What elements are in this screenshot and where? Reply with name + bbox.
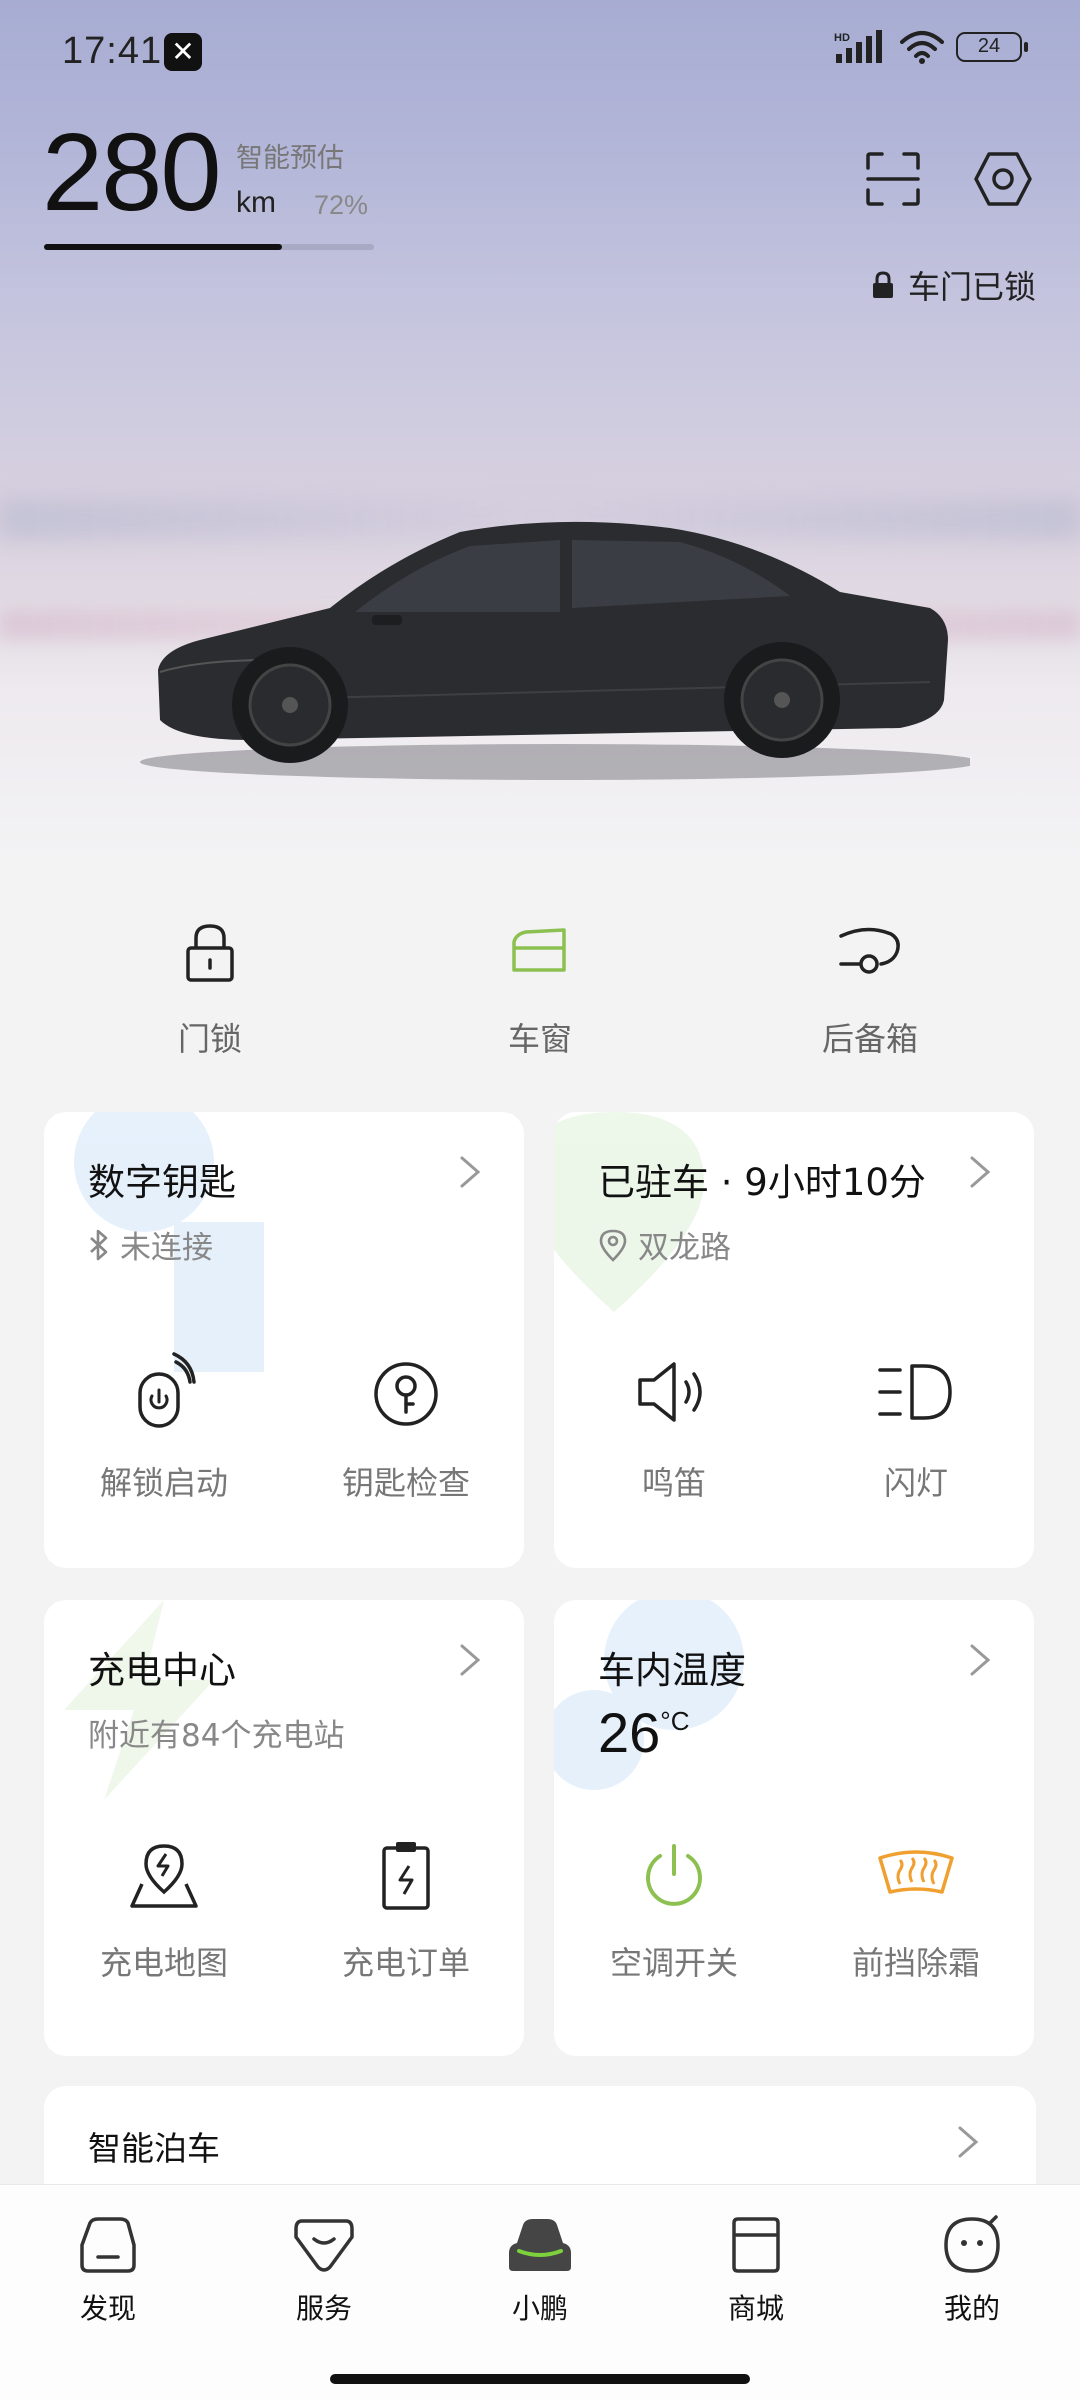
parked-card[interactable]: 已驻车 · 9小时10分 双龙路 鸣笛 闪灯 xyxy=(554,1112,1034,1568)
car-icon xyxy=(509,2219,571,2271)
charging-map-label: 充电地图 xyxy=(99,1944,228,1982)
chevron-right-icon[interactable] xyxy=(458,1642,482,1678)
trunk-icon xyxy=(839,927,900,974)
quick-lock-label: 门锁 xyxy=(177,1020,242,1058)
quick-controls: 门锁 车窗 后备箱 xyxy=(0,920,1080,1070)
key-check-icon xyxy=(374,1362,438,1426)
car-image xyxy=(140,521,970,780)
unlock-start-button[interactable]: 解锁启动 xyxy=(64,1352,264,1504)
home-indicator[interactable] xyxy=(330,2374,750,2384)
cabin-temp-title: 车内温度 xyxy=(598,1649,746,1692)
charging-orders-button[interactable]: 充电订单 xyxy=(306,1840,506,1984)
door-lock-status: 车门已锁 xyxy=(870,262,1036,308)
cabin-temp-unit: °C xyxy=(660,1706,690,1736)
nav-shop-label: 商城 xyxy=(727,2292,784,2325)
front-defrost-button[interactable]: 前挡除霜 xyxy=(816,1840,1016,1984)
ac-toggle-button[interactable]: 空调开关 xyxy=(574,1840,774,1984)
smart-parking-title: 智能泊车 xyxy=(88,2129,220,2168)
range-value: 280 xyxy=(42,111,222,234)
defrost-icon xyxy=(878,1850,954,1894)
unlock-start-label: 解锁启动 xyxy=(99,1464,228,1502)
flash-lights-label: 闪灯 xyxy=(883,1464,948,1502)
parked-location-text: 双龙路 xyxy=(638,1230,731,1266)
power-icon xyxy=(646,1844,702,1906)
battery-indicator: 24 xyxy=(956,32,1028,62)
status-icons: HD 24 xyxy=(834,30,1028,64)
charging-title: 充电中心 xyxy=(88,1649,236,1692)
quick-window[interactable]: 车窗 xyxy=(430,920,650,1060)
quick-lock[interactable]: 门锁 xyxy=(100,920,320,1060)
discover-icon xyxy=(80,2217,136,2273)
nav-xpeng-label: 小鹏 xyxy=(511,2292,568,2325)
speaker-icon xyxy=(638,1362,702,1422)
location-pin-icon xyxy=(599,1229,627,1262)
bolt-watermark xyxy=(64,1600,214,1800)
chevron-right-icon[interactable] xyxy=(968,1154,992,1190)
quick-trunk[interactable]: 后备箱 xyxy=(760,920,980,1060)
window-icon xyxy=(512,928,566,972)
ac-toggle-label: 空调开关 xyxy=(609,1944,738,1982)
xpeng-logo-icon: ✕ xyxy=(164,33,202,71)
quick-window-label: 车窗 xyxy=(507,1020,572,1058)
nav-discover[interactable]: 发现 xyxy=(28,2213,188,2327)
nav-xpeng[interactable]: 小鹏 xyxy=(460,2213,620,2327)
cabin-temp-number: 26 xyxy=(598,1701,661,1764)
front-defrost-label: 前挡除霜 xyxy=(851,1944,980,1982)
settings-hex-icon[interactable] xyxy=(972,148,1034,210)
key-check-button[interactable]: 钥匙检查 xyxy=(306,1352,506,1504)
lock-icon xyxy=(186,924,234,982)
pin-watermark xyxy=(554,1112,704,1312)
horn-label: 鸣笛 xyxy=(641,1464,706,1502)
charging-card[interactable]: 充电中心 附近有84个充电站 充电地图 充电订单 xyxy=(44,1600,524,2056)
chevron-right-icon[interactable] xyxy=(458,1154,482,1190)
chevron-right-icon[interactable] xyxy=(968,1642,992,1678)
service-icon xyxy=(294,2219,354,2272)
signal-icon: HD xyxy=(834,30,882,63)
chevron-right-icon[interactable] xyxy=(956,2124,980,2160)
key-fob-power-icon xyxy=(138,1352,196,1428)
charging-subtitle: 附近有84个充电站 xyxy=(88,1718,345,1754)
digital-key-status: 未连接 xyxy=(88,1222,213,1267)
charging-map-button[interactable]: 充电地图 xyxy=(64,1840,264,1984)
lock-status-text: 车门已锁 xyxy=(907,268,1036,306)
scan-icon[interactable] xyxy=(862,148,924,210)
key-check-label: 钥匙检查 xyxy=(341,1464,470,1502)
wifi-icon xyxy=(900,31,944,64)
charging-map-icon xyxy=(130,1844,198,1908)
small-lock-icon xyxy=(872,271,893,298)
battery-percent: 72% xyxy=(314,190,369,220)
range-unit: km xyxy=(236,186,276,219)
profile-icon xyxy=(944,2215,1000,2273)
cabin-temp-value: 26°C xyxy=(598,1700,689,1765)
parked-location: 双龙路 xyxy=(598,1222,731,1267)
quick-trunk-label: 后备箱 xyxy=(821,1020,918,1058)
nav-discover-label: 发现 xyxy=(79,2292,136,2325)
nav-shop[interactable]: 商城 xyxy=(676,2213,836,2327)
charging-order-icon xyxy=(382,1842,430,1910)
digital-key-card[interactable]: 数字钥匙 未连接 解锁启动 钥匙检查 xyxy=(44,1112,524,1568)
flash-lights-button[interactable]: 闪灯 xyxy=(816,1352,1016,1504)
charging-orders-label: 充电订单 xyxy=(341,1944,470,1982)
range-estimate-label: 智能预估 xyxy=(236,143,344,174)
digital-key-status-text: 未连接 xyxy=(120,1230,213,1266)
status-time: 17:41 xyxy=(62,30,163,72)
svg-text:HD: HD xyxy=(834,32,850,44)
bluetooth-icon xyxy=(90,1229,108,1260)
nav-service-label: 服务 xyxy=(295,2292,352,2325)
parked-title: 已驻车 · 9小时10分 xyxy=(598,1161,926,1204)
nav-profile[interactable]: 我的 xyxy=(892,2213,1052,2327)
nav-service[interactable]: 服务 xyxy=(244,2213,404,2327)
horn-button[interactable]: 鸣笛 xyxy=(574,1352,774,1504)
headlight-icon xyxy=(878,1364,952,1420)
cabin-temp-card[interactable]: 车内温度 26°C 空调开关 前挡除霜 xyxy=(554,1600,1034,2056)
nav-profile-label: 我的 xyxy=(943,2292,1000,2325)
digital-key-title: 数字钥匙 xyxy=(88,1161,236,1204)
range-bar xyxy=(44,244,374,250)
range-bar-fill xyxy=(44,244,282,250)
shop-icon xyxy=(732,2217,780,2273)
bottom-nav: 发现 服务 小鹏 商城 我的 xyxy=(0,2184,1080,2400)
